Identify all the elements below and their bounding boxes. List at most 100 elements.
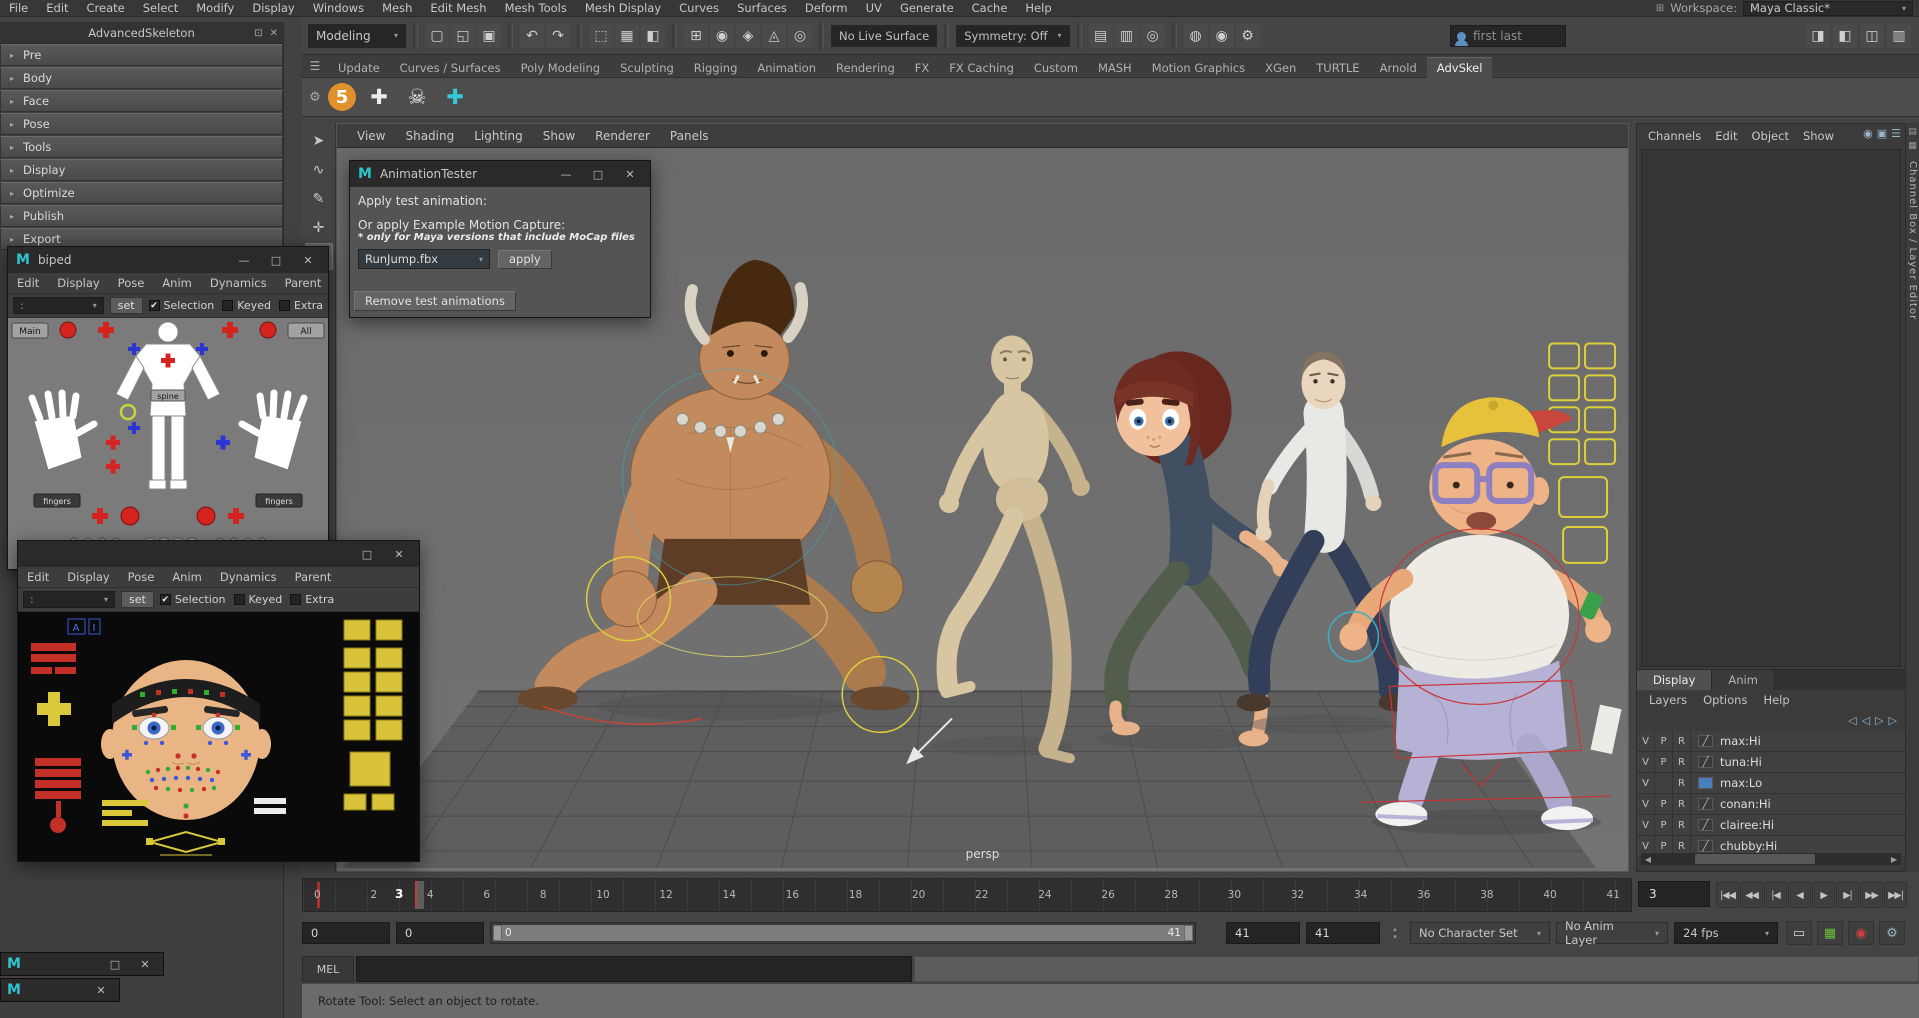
menu-item[interactable]: Edit: [37, 1, 77, 15]
maximize-icon[interactable]: □: [586, 168, 610, 181]
checkbox[interactable]: Keyed: [234, 593, 283, 606]
layer-editor-menu-item[interactable]: Options: [1695, 693, 1755, 707]
step-forward-frame-button[interactable]: ▶▶: [1860, 882, 1883, 908]
channel-box-strip-icon[interactable]: ▤: [1908, 127, 1917, 137]
shelf-tab[interactable]: Rendering: [826, 58, 905, 78]
close-icon[interactable]: ✕: [296, 254, 320, 267]
layer-row[interactable]: V P R ╱ tuna:Hi: [1637, 752, 1905, 773]
toolbar-separator[interactable]: [944, 23, 949, 49]
fps-selector[interactable]: 24 fps ▾: [1674, 922, 1778, 944]
animation-preferences-icon[interactable]: ⚙: [1879, 921, 1905, 945]
layer-list-hscrollbar[interactable]: ◀ ▶: [1641, 853, 1901, 865]
face-picker-diagram[interactable]: A I: [18, 612, 419, 861]
sidebar-strip-label[interactable]: Channel Box / Layer Editor: [1907, 161, 1918, 320]
play-forwards-button[interactable]: ▶: [1812, 882, 1835, 908]
lasso-tool-icon[interactable]: ∿: [305, 156, 333, 183]
channel-box-menu-item[interactable]: Object: [1745, 129, 1796, 143]
open-scene-icon[interactable]: ◱: [451, 24, 475, 48]
grease-pencil-icon[interactable]: ▦: [1817, 921, 1843, 945]
accordion-section[interactable]: ▸ Body: [0, 67, 283, 89]
viewport-menu-item[interactable]: Renderer: [585, 129, 660, 143]
menu-set-selector[interactable]: Modeling ▾: [308, 24, 406, 48]
menu-item[interactable]: Surfaces: [728, 1, 796, 15]
layer-color-swatch[interactable]: ╱: [1698, 735, 1713, 747]
checkbox[interactable]: Extra: [290, 593, 334, 606]
auto-key-icon[interactable]: ◉: [1848, 921, 1874, 945]
layer-playback-cell[interactable]: P: [1655, 794, 1673, 814]
window-menu-item[interactable]: Anim: [153, 276, 201, 290]
menu-item[interactable]: Display: [243, 1, 303, 15]
shelf-tab[interactable]: Arnold: [1370, 58, 1427, 78]
channel-box-menu-item[interactable]: Show: [1796, 129, 1841, 143]
biped-picker-diagram[interactable]: Main All spine: [8, 318, 328, 569]
command-line-input[interactable]: [356, 956, 912, 982]
shelf-gear-icon[interactable]: ⚙: [302, 90, 328, 105]
shelf-tab[interactable]: Rigging: [684, 58, 748, 78]
paint-select-tool-icon[interactable]: ✎: [305, 185, 333, 212]
checkbox[interactable]: Extra: [279, 299, 323, 312]
close-icon[interactable]: ✕: [270, 28, 278, 39]
playback-start-field[interactable]: 0: [396, 922, 484, 944]
layer-color-swatch[interactable]: ╱: [1698, 819, 1713, 831]
character-set-selector[interactable]: No Character Set ▾: [1410, 922, 1550, 944]
shelf-tab[interactable]: AdvSkel: [1427, 57, 1493, 78]
camera-icon[interactable]: ▣: [1877, 127, 1887, 140]
ipr-render-icon[interactable]: ◉: [1210, 24, 1234, 48]
checkbox-box[interactable]: [279, 300, 290, 311]
window-menu-item[interactable]: Pose: [109, 276, 154, 290]
animation-tester-titlebar[interactable]: M AnimationTester — □ ✕: [350, 161, 650, 187]
step-forward-key-button[interactable]: ▶|: [1836, 882, 1859, 908]
layer-editor-menu-item[interactable]: Help: [1755, 693, 1797, 707]
shelf-tab[interactable]: Custom: [1024, 58, 1088, 78]
render-icon[interactable]: ◍: [1184, 24, 1208, 48]
speech-bubble-icon[interactable]: ▭: [1786, 921, 1812, 945]
select-tool-icon[interactable]: ➤: [305, 127, 333, 154]
layer-row[interactable]: V R max:Lo: [1637, 773, 1905, 794]
menu-item[interactable]: Curves: [670, 1, 728, 15]
checkbox-box[interactable]: [222, 300, 233, 311]
accordion-section[interactable]: ▸ Display: [0, 159, 283, 181]
move-tool-icon[interactable]: ✛: [305, 214, 333, 241]
command-line-mode-button[interactable]: MEL: [302, 956, 354, 982]
window-menu-item[interactable]: Anim: [163, 570, 211, 584]
menu-item[interactable]: Cache: [963, 1, 1017, 15]
layer-visibility-cell[interactable]: V: [1637, 731, 1655, 751]
set-button[interactable]: set: [110, 297, 143, 314]
maximize-icon[interactable]: □: [264, 254, 288, 267]
shelf-tab[interactable]: MASH: [1088, 58, 1142, 78]
layer-move-back-icon[interactable]: ◁: [1848, 714, 1856, 727]
select-by-name-icon[interactable]: ◉: [1863, 127, 1873, 140]
anim-layer-selector[interactable]: No Anim Layer ▾: [1556, 922, 1668, 944]
close-icon[interactable]: ✕: [387, 548, 411, 561]
layer-color-swatch[interactable]: [1698, 777, 1713, 789]
new-scene-icon[interactable]: ▢: [425, 24, 449, 48]
list-icon[interactable]: ☰: [1891, 127, 1901, 140]
command-line-result[interactable]: [914, 956, 1919, 982]
make-live-icon[interactable]: ◎: [788, 24, 812, 48]
snap-to-point-icon[interactable]: ◈: [736, 24, 760, 48]
channel-box-toggle-icon[interactable]: ◫: [1860, 24, 1884, 48]
layer-move-forward-icon[interactable]: ▷: [1875, 714, 1883, 727]
skeleton-tpose-shelf-icon[interactable]: ✚: [364, 82, 394, 112]
shelf-tab[interactable]: XGen: [1255, 58, 1306, 78]
select-component-icon[interactable]: ◧: [641, 24, 665, 48]
shelf-tab[interactable]: Motion Graphics: [1142, 58, 1255, 78]
layer-display-type-cell[interactable]: R: [1673, 794, 1691, 814]
viewport-menu-item[interactable]: Shading: [395, 129, 464, 143]
input-connections-icon[interactable]: ▤: [1089, 24, 1113, 48]
menu-item[interactable]: Mesh Display: [576, 1, 670, 15]
toolbar-separator[interactable]: [413, 23, 418, 49]
toolbar-separator[interactable]: [508, 23, 513, 49]
menu-item[interactable]: Deform: [796, 1, 857, 15]
render-settings-icon[interactable]: ⚙: [1236, 24, 1260, 48]
menu-item[interactable]: Mesh: [373, 1, 421, 15]
window-menu-item[interactable]: Pose: [119, 570, 164, 584]
output-connections-icon[interactable]: ▥: [1115, 24, 1139, 48]
apply-button[interactable]: apply: [498, 250, 552, 269]
layer-row[interactable]: V P R ╱ conan:Hi: [1637, 794, 1905, 815]
undo-icon[interactable]: ↶: [520, 24, 544, 48]
layer-playback-cell[interactable]: [1655, 773, 1673, 793]
layer-editor-tab[interactable]: Anim: [1712, 670, 1775, 690]
snap-to-grid-icon[interactable]: ⊞: [684, 24, 708, 48]
close-icon[interactable]: ✕: [133, 958, 157, 971]
